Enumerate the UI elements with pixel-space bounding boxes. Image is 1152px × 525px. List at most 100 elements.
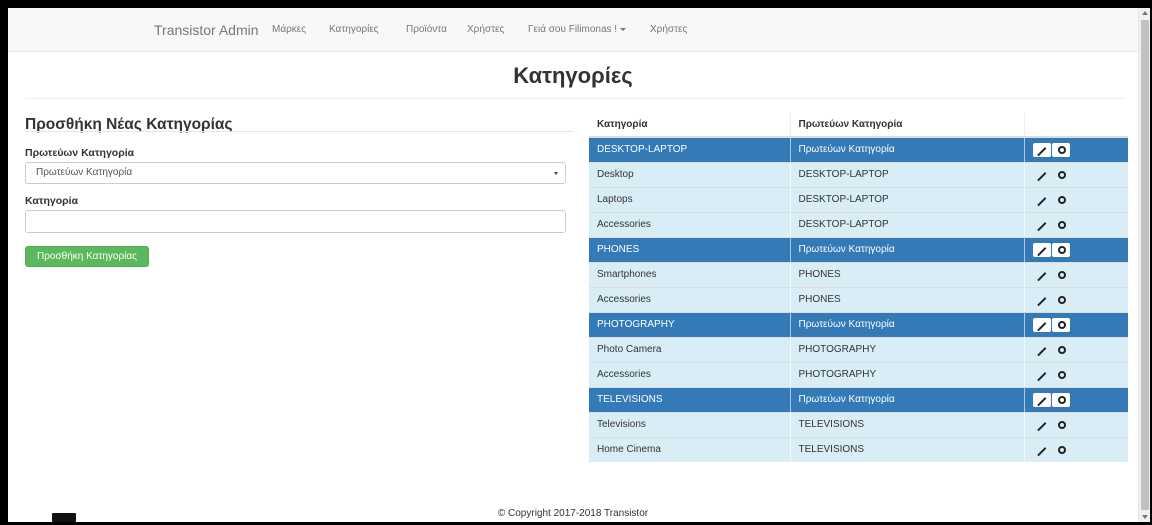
delete-button[interactable]: [1052, 168, 1070, 182]
table-row: Laptops DESKTOP-LAPTOP: [589, 186, 1128, 212]
parent-category-label: Πρωτεύων Κατηγορία: [25, 147, 135, 159]
edit-button[interactable]: [1033, 168, 1051, 182]
circle-icon: [1057, 220, 1066, 229]
delete-button[interactable]: [1052, 268, 1070, 282]
actions-cell: [1023, 186, 1128, 212]
delete-button[interactable]: [1052, 193, 1070, 207]
parent-category-cell: TELEVISIONS: [789, 411, 1024, 437]
category-name-cell: Accessories: [589, 361, 790, 387]
header-actions: [1023, 113, 1128, 138]
edit-button[interactable]: [1033, 343, 1051, 357]
user-menu-dropdown[interactable]: Γειά σου Filimonas !: [528, 24, 627, 35]
categories-table: Κατηγορία Πρωτεύων Κατηγορία DESKTOP-LAP…: [589, 113, 1128, 462]
table-row: Televisions TELEVISIONS: [589, 411, 1128, 437]
actions-cell: [1023, 211, 1128, 237]
edit-button[interactable]: [1032, 242, 1051, 257]
add-category-button[interactable]: Προσθήκη Κατηγορίας: [25, 246, 149, 267]
edit-button[interactable]: [1033, 218, 1051, 232]
circle-icon: [1057, 245, 1066, 254]
scroll-down-arrow-icon[interactable]: [1142, 515, 1148, 519]
category-name-cell: TELEVISIONS: [589, 386, 790, 412]
delete-button[interactable]: [1052, 443, 1070, 457]
category-name-cell: Smartphones: [589, 261, 790, 287]
actions-cell: [1023, 336, 1128, 362]
header-category: Κατηγορία: [589, 113, 790, 138]
table-row: Smartphones PHONES: [589, 261, 1128, 287]
circle-icon: [1057, 445, 1066, 454]
table-row: DESKTOP-LAPTOP Πρωτεύων Κατηγορία: [589, 136, 1128, 162]
title-divider: [25, 98, 1125, 99]
parent-category-selected: Πρωτεύων Κατηγορία: [36, 167, 133, 178]
pencil-icon: [1038, 396, 1046, 405]
edit-button[interactable]: [1032, 317, 1051, 332]
delete-button[interactable]: [1052, 293, 1070, 307]
category-name-cell: Accessories: [589, 286, 790, 312]
nav-link-users-2[interactable]: Χρήστες: [650, 24, 687, 35]
circle-icon: [1057, 295, 1066, 304]
delete-button[interactable]: [1052, 418, 1070, 432]
actions-cell: [1023, 386, 1128, 412]
pencil-icon: [1038, 371, 1046, 380]
table-row: Accessories DESKTOP-LAPTOP: [589, 211, 1128, 237]
nav-link-brands[interactable]: Μάρκες: [272, 24, 306, 35]
form-title-divider: [25, 131, 573, 132]
parent-category-select[interactable]: Πρωτεύων Κατηγορία: [25, 162, 566, 184]
nav-link-categories[interactable]: Κατηγορίες: [329, 24, 379, 35]
edit-button[interactable]: [1033, 268, 1051, 282]
circle-icon: [1057, 170, 1066, 179]
circle-icon: [1057, 370, 1066, 379]
header-parent-category: Πρωτεύων Κατηγορία: [789, 113, 1024, 138]
parent-category-cell: TELEVISIONS: [789, 436, 1024, 462]
delete-button[interactable]: [1051, 242, 1070, 257]
category-name-cell: Televisions: [589, 411, 790, 437]
table-row: PHOTOGRAPHY Πρωτεύων Κατηγορία: [589, 311, 1128, 337]
edit-button[interactable]: [1033, 193, 1051, 207]
nav-link-products[interactable]: Προϊόντα: [406, 24, 447, 35]
category-name-cell: PHOTOGRAPHY: [589, 311, 790, 337]
navbar: Transistor Admin Μάρκες Κατηγορίες Προϊό…: [8, 8, 1138, 52]
navbar-brand[interactable]: Transistor Admin: [154, 22, 259, 38]
category-name-cell: DESKTOP-LAPTOP: [589, 136, 790, 162]
circle-icon: [1057, 395, 1066, 404]
delete-button[interactable]: [1052, 343, 1070, 357]
scroll-up-arrow-icon[interactable]: [1142, 11, 1148, 15]
edit-button[interactable]: [1032, 142, 1051, 157]
page-thumbnail: [52, 513, 76, 522]
delete-button[interactable]: [1052, 368, 1070, 382]
parent-category-cell: PHONES: [789, 261, 1024, 287]
edit-button[interactable]: [1033, 368, 1051, 382]
browser-viewport: Transistor Admin Μάρκες Κατηγορίες Προϊό…: [8, 8, 1138, 522]
delete-button[interactable]: [1052, 218, 1070, 232]
category-name-cell: Accessories: [589, 211, 790, 237]
delete-button[interactable]: [1051, 142, 1070, 157]
category-label: Κατηγορία: [25, 195, 79, 207]
parent-category-cell: Πρωτεύων Κατηγορία: [789, 311, 1024, 337]
footer-copyright: © Copyright 2017-2018 Transistor: [497, 508, 649, 519]
pencil-icon: [1038, 446, 1046, 455]
actions-cell: [1023, 286, 1128, 312]
edit-button[interactable]: [1032, 392, 1051, 407]
pencil-icon: [1038, 196, 1046, 205]
category-name-cell: Home Cinema: [589, 436, 790, 462]
edit-button[interactable]: [1033, 443, 1051, 457]
edit-button[interactable]: [1033, 293, 1051, 307]
table-row: PHONES Πρωτεύων Κατηγορία: [589, 236, 1128, 262]
circle-icon: [1057, 420, 1066, 429]
parent-category-cell: PHONES: [789, 286, 1024, 312]
scrollbar-thumb[interactable]: [1141, 20, 1149, 510]
actions-cell: [1023, 361, 1128, 387]
circle-icon: [1057, 320, 1066, 329]
parent-category-cell: DESKTOP-LAPTOP: [789, 211, 1024, 237]
category-name-cell: Laptops: [589, 186, 790, 212]
page-title: Κατηγορίες: [513, 63, 633, 88]
delete-button[interactable]: [1051, 392, 1070, 407]
actions-cell: [1023, 261, 1128, 287]
vertical-scrollbar[interactable]: [1138, 8, 1150, 522]
category-input[interactable]: [25, 210, 566, 233]
delete-button[interactable]: [1051, 317, 1070, 332]
edit-button[interactable]: [1033, 418, 1051, 432]
category-name-cell: Photo Camera: [589, 336, 790, 362]
nav-link-users[interactable]: Χρήστες: [467, 24, 504, 35]
circle-icon: [1057, 345, 1066, 354]
table-row: Accessories PHOTOGRAPHY: [589, 361, 1128, 387]
